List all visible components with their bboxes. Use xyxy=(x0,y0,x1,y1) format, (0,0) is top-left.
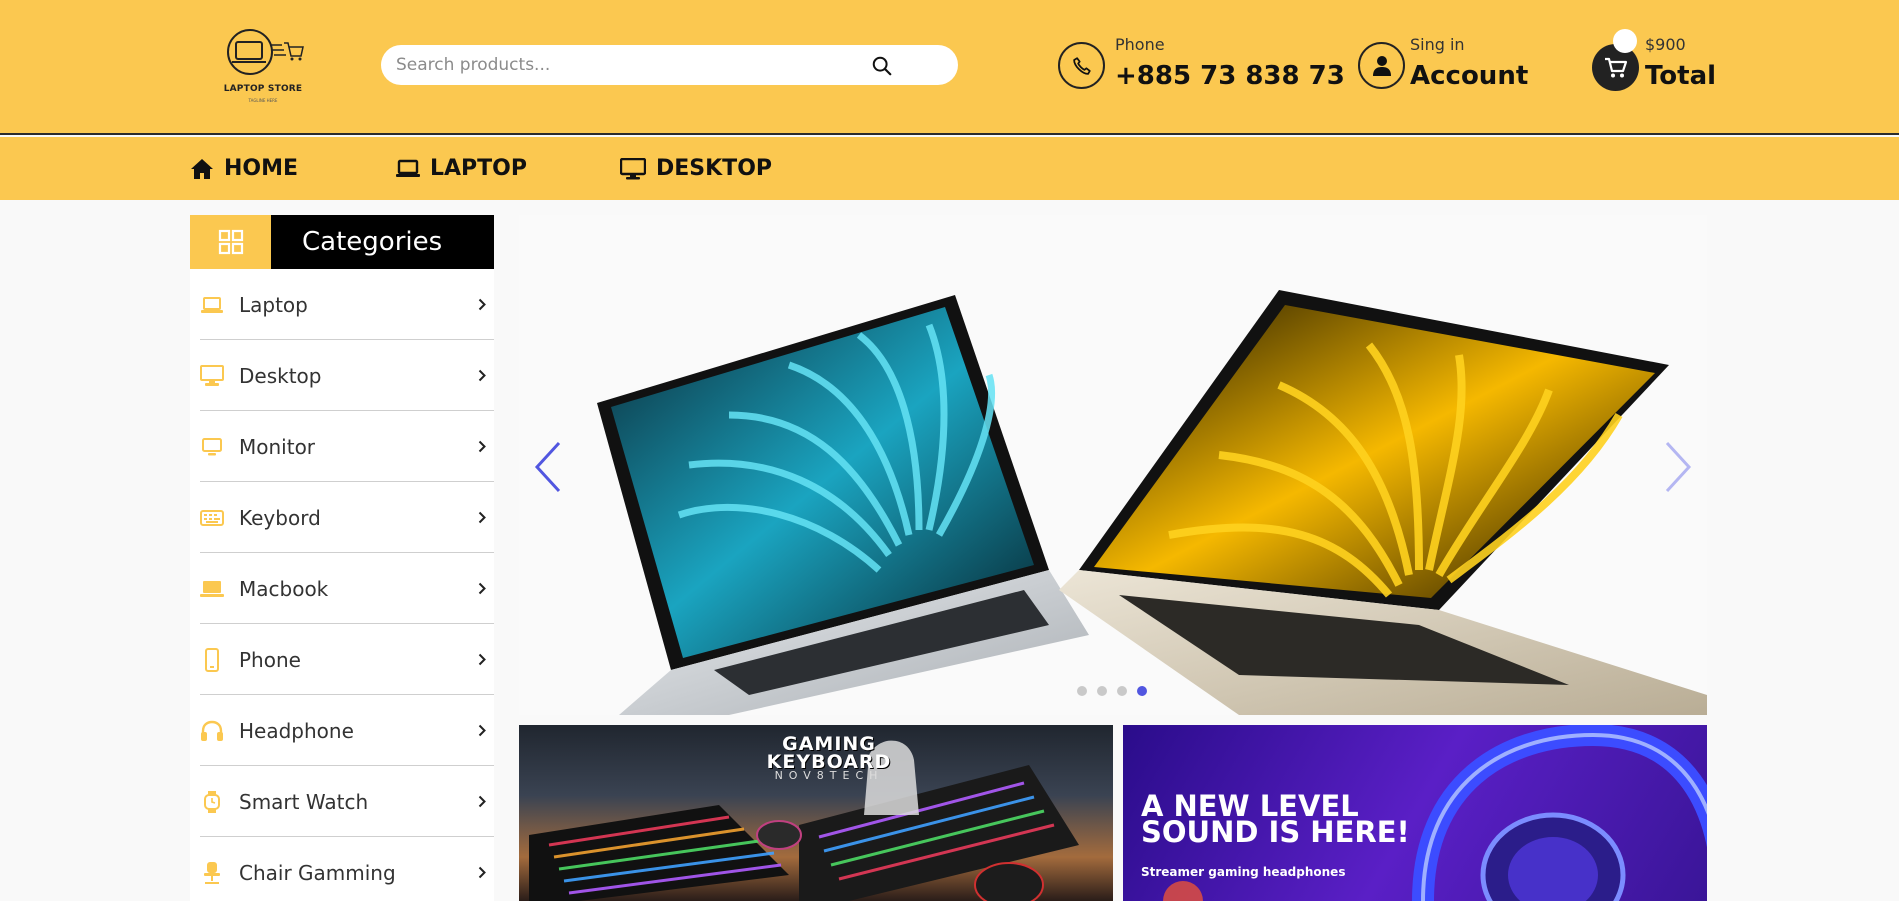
phone-number: +885 73 838 73 xyxy=(1115,61,1345,91)
chevron-right-icon xyxy=(478,724,486,737)
category-item-chair-gamming[interactable]: Chair Gamming xyxy=(200,837,494,901)
category-label: Phone xyxy=(239,648,301,672)
chevron-right-icon xyxy=(478,440,486,453)
headphone-icon xyxy=(200,720,224,742)
category-item-headphone[interactable]: Headphone xyxy=(200,695,494,766)
headphone-banner-title: A NEW LEVEL SOUND IS HERE! xyxy=(1141,792,1410,849)
nav-desktop[interactable]: DESKTOP xyxy=(620,137,772,200)
keyboard-icon xyxy=(200,507,224,529)
main-nav: HOME LAPTOP DESKTOP xyxy=(0,137,1899,200)
keyboard-banner-brand: NOV8TECH xyxy=(774,769,884,782)
category-item-monitor[interactable]: Monitor xyxy=(200,411,494,482)
category-label: Headphone xyxy=(239,719,354,743)
logo-icon xyxy=(227,29,304,75)
nav-laptop-label: LAPTOP xyxy=(430,156,528,181)
nav-laptop[interactable]: LAPTOP xyxy=(396,137,527,200)
category-item-laptop[interactable]: Laptop xyxy=(200,269,494,340)
category-label: Desktop xyxy=(239,364,322,388)
desktop-icon xyxy=(620,157,646,179)
chevron-right-icon xyxy=(478,298,486,311)
chevron-right-icon xyxy=(478,582,486,595)
cart-button[interactable]: $900 Total xyxy=(1592,29,1732,95)
category-list: Laptop Desktop Monitor Keybord Macbook P… xyxy=(200,269,494,901)
category-label: Chair Gamming xyxy=(239,861,396,885)
nav-desktop-label: DESKTOP xyxy=(656,156,773,181)
search-icon[interactable] xyxy=(871,55,893,77)
category-label: Keybord xyxy=(239,506,321,530)
chevron-right-icon xyxy=(478,653,486,666)
phone-icon xyxy=(1058,42,1105,89)
phone-label: Phone xyxy=(1115,35,1165,54)
slider-dots xyxy=(1077,686,1147,696)
grid-icon[interactable] xyxy=(190,215,271,269)
site-header: LAPTOP STORE TAGLINE HERE Phone +885 73 … xyxy=(0,0,1899,135)
home-icon xyxy=(191,158,213,179)
monitor-icon xyxy=(200,436,224,458)
signin-label: Sing in xyxy=(1410,35,1465,54)
slider-dot[interactable] xyxy=(1097,686,1107,696)
hero-slider xyxy=(519,215,1707,715)
search-bar xyxy=(381,45,958,85)
category-item-smart-watch[interactable]: Smart Watch xyxy=(200,766,494,837)
laptop-icon xyxy=(200,294,224,316)
account-title: Account xyxy=(1410,61,1529,91)
slider-dot[interactable] xyxy=(1077,686,1087,696)
chevron-right-icon xyxy=(478,511,486,524)
watch-icon xyxy=(200,791,224,813)
chevron-right-icon xyxy=(478,795,486,808)
gaming-keyboard-banner[interactable]: GAMING KEYBOARD NOV8TECH xyxy=(519,725,1113,901)
chevron-right-icon xyxy=(478,866,486,879)
cart-count-badge xyxy=(1613,29,1637,53)
categories-title: Categories xyxy=(302,227,443,257)
category-label: Smart Watch xyxy=(239,790,369,814)
phone-contact[interactable]: Phone +885 73 838 73 xyxy=(1058,35,1345,95)
phone-icon xyxy=(200,648,224,672)
categories-header: Categories xyxy=(190,215,494,269)
headphone-banner-subtitle: Streamer gaming headphones xyxy=(1141,865,1346,879)
category-label: Laptop xyxy=(239,293,308,317)
laptop-icon xyxy=(396,159,420,177)
logo-name: LAPTOP STORE xyxy=(223,84,303,94)
chevron-right-icon xyxy=(478,369,486,382)
slider-dot[interactable] xyxy=(1117,686,1127,696)
cart-total-label: Total xyxy=(1645,61,1717,91)
logo-tagline: TAGLINE HERE xyxy=(248,98,278,103)
slider-next-arrow[interactable] xyxy=(1657,437,1697,497)
account-link[interactable]: Sing in Account xyxy=(1358,35,1538,95)
user-icon xyxy=(1358,42,1405,89)
keyboard-banner-title: GAMING KEYBOARD xyxy=(739,735,919,772)
cart-icon xyxy=(1592,44,1639,91)
cart-amount: $900 xyxy=(1645,35,1686,54)
category-label: Monitor xyxy=(239,435,316,459)
slider-prev-arrow[interactable] xyxy=(529,437,569,497)
category-item-macbook[interactable]: Macbook xyxy=(200,553,494,624)
hero-laptops-image xyxy=(597,290,1707,715)
category-item-keyboard[interactable]: Keybord xyxy=(200,482,494,553)
search-input[interactable] xyxy=(396,45,876,85)
nav-home[interactable]: HOME xyxy=(190,137,298,200)
store-logo[interactable]: LAPTOP STORE TAGLINE HERE xyxy=(220,26,306,108)
chair-icon xyxy=(200,862,224,884)
gaming-headphone-banner[interactable]: A NEW LEVEL SOUND IS HERE! Streamer gami… xyxy=(1123,725,1707,901)
slider-dot-active[interactable] xyxy=(1137,686,1147,696)
headphone-banner-title-line2: SOUND IS HERE! xyxy=(1141,815,1410,849)
category-item-desktop[interactable]: Desktop xyxy=(200,340,494,411)
macbook-icon xyxy=(200,578,224,600)
category-label: Macbook xyxy=(239,577,329,601)
category-item-phone[interactable]: Phone xyxy=(200,624,494,695)
desktop-icon xyxy=(200,365,224,387)
nav-home-label: HOME xyxy=(224,156,299,181)
category-sidebar: Categories Laptop Desktop Monitor Keybor… xyxy=(190,215,494,901)
